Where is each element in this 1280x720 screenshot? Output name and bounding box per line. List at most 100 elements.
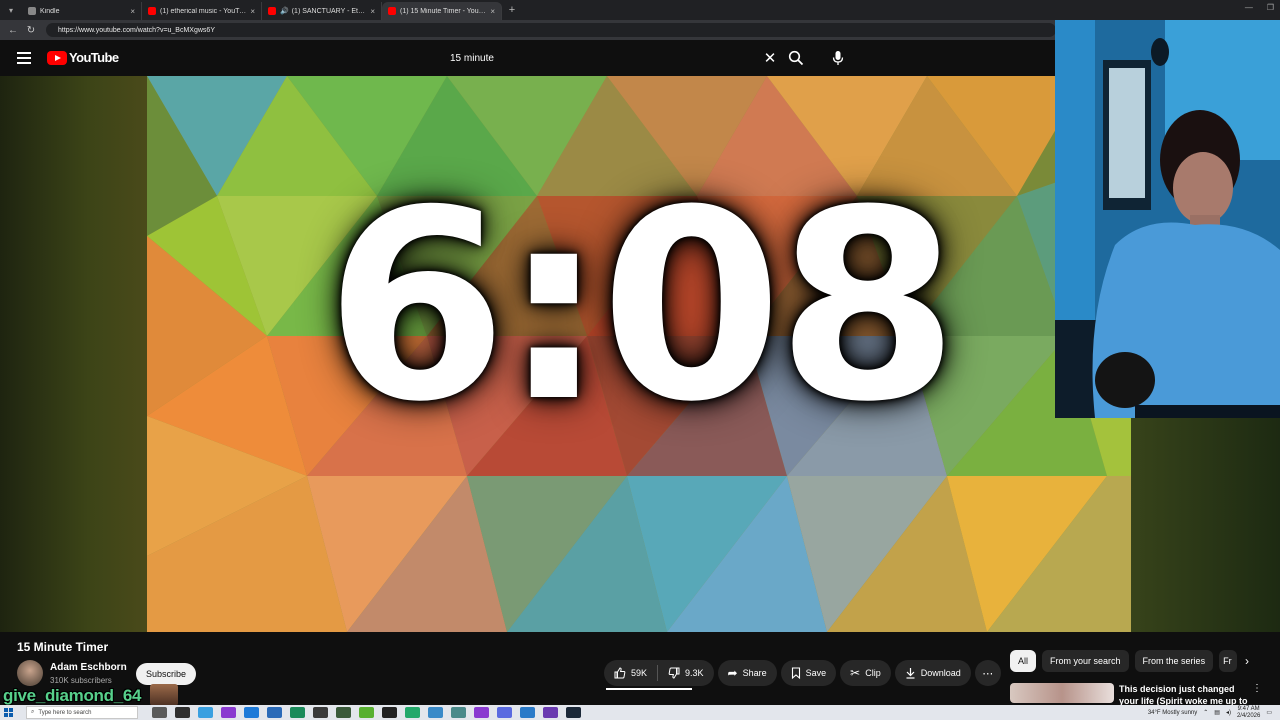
app-icon[interactable] (336, 707, 351, 718)
app-icon[interactable] (267, 707, 282, 718)
ambient-glow-left (0, 76, 147, 632)
tab-sanctuary[interactable]: 🔊 (1) SANCTUARY - Ethereal Ar × (262, 2, 382, 20)
app-icon[interactable] (313, 707, 328, 718)
browser-tab-strip: ▾ Kindle × (1) etherical music - YouTube… (0, 0, 1280, 20)
steam-icon[interactable] (566, 707, 581, 718)
app-icon[interactable] (428, 707, 443, 718)
video-frame[interactable]: 6:08 (147, 76, 1131, 632)
clock-date: 2/4/2026 (1236, 712, 1261, 719)
youtube-play-icon (47, 50, 67, 65)
download-label: Download (920, 668, 961, 678)
tab-search-icon[interactable]: ▾ (0, 0, 22, 20)
app-icon[interactable] (290, 707, 305, 718)
system-tray: 34°F Mostly sunny ⌃ ▤ ◂) 9:47 AM 2/4/202… (1148, 705, 1272, 720)
tab-close-icon[interactable]: × (490, 7, 495, 16)
dislike-button[interactable]: 9.3K (658, 660, 714, 686)
app-icon[interactable] (244, 707, 259, 718)
app-icon[interactable] (474, 707, 489, 718)
channel-avatar[interactable] (17, 660, 43, 686)
volume-icon[interactable]: ◂) (1226, 709, 1231, 716)
video-title: 15 Minute Timer (17, 640, 109, 654)
dislike-count: 9.3K (685, 668, 704, 678)
save-button[interactable]: Save (780, 660, 837, 686)
address-bar[interactable]: https://www.youtube.com/watch?v=u_BcMXgw… (46, 23, 1056, 37)
thumbs-up-icon (614, 667, 626, 679)
weather-widget[interactable]: 34°F Mostly sunny (1148, 710, 1197, 716)
youtube-favicon-icon (388, 7, 396, 15)
app-icon[interactable] (198, 707, 213, 718)
clear-search-icon[interactable]: ✕ (760, 49, 780, 67)
taskbar-search-box[interactable]: ⌕ Type here to search (26, 706, 138, 719)
tab-15-minute-timer[interactable]: (1) 15 Minute Timer - YouTube × (382, 2, 502, 20)
windows-logo-icon (3, 708, 13, 717)
tab-close-icon[interactable]: × (130, 7, 135, 16)
channel-name[interactable]: Adam Eschborn (50, 662, 127, 673)
app-icon[interactable] (221, 707, 236, 718)
tab-title: Kindle (40, 7, 60, 15)
subscriber-count: 310K subscribers (50, 676, 112, 685)
like-ratio-bar (606, 688, 692, 690)
windows-taskbar: ⌕ Type here to search 34°F Mostly sunny … (0, 705, 1280, 720)
related-filter-chips: All From your search From the series Fr (1010, 650, 1238, 672)
download-button[interactable]: Download (894, 660, 971, 686)
app-icon[interactable] (405, 707, 420, 718)
app-icon[interactable] (175, 707, 190, 718)
tab-kindle[interactable]: Kindle × (22, 2, 142, 20)
clock[interactable]: 9:47 AM 2/4/2026 (1237, 706, 1260, 720)
kindle-favicon-icon (28, 7, 36, 15)
subscribe-button[interactable]: Subscribe (136, 663, 197, 685)
tab-close-icon[interactable]: × (370, 7, 375, 16)
save-label: Save (805, 668, 827, 678)
speaker-icon[interactable]: 🔊 (280, 7, 289, 15)
chip-from-the-series[interactable]: From the series (1134, 650, 1214, 672)
new-tab-button[interactable]: + (502, 4, 522, 16)
taskbar-pinned-apps (152, 707, 581, 718)
webcam-feed-image (1055, 20, 1280, 418)
more-options-icon[interactable]: ⋮ (1252, 683, 1262, 694)
more-actions-button[interactable]: ⋯ (974, 660, 1001, 686)
chevron-right-icon[interactable]: › (1238, 652, 1256, 670)
chip-truncated[interactable]: Fr (1219, 650, 1238, 672)
search-input[interactable]: 15 minute (450, 53, 760, 64)
task-view-icon[interactable] (152, 707, 167, 718)
app-icon[interactable] (520, 707, 535, 718)
network-icon[interactable]: ▤ (1214, 709, 1220, 716)
recommended-video-title[interactable]: This decision just changed your life (Sp… (1119, 683, 1249, 705)
tray-chevron-icon[interactable]: ⌃ (1203, 709, 1208, 716)
youtube-logo-text: YouTube (69, 50, 119, 65)
like-count: 59K (631, 668, 648, 678)
search-icon: ⌕ (31, 709, 35, 715)
search-box[interactable]: 15 minute ✕ (440, 46, 780, 70)
countdown-timer-display: 6:08 (325, 154, 959, 459)
tab-close-icon[interactable]: × (250, 7, 255, 16)
youtube-logo[interactable]: YouTube (47, 50, 119, 65)
app-icon[interactable] (359, 707, 374, 718)
notifications-icon[interactable]: ▭ (1266, 709, 1272, 716)
app-icon[interactable] (543, 707, 558, 718)
hamburger-menu-icon[interactable] (17, 52, 31, 64)
share-button[interactable]: ➦ Share (717, 660, 777, 686)
like-button[interactable]: 59K (604, 660, 657, 686)
recommended-video-thumbnail[interactable] (1010, 683, 1114, 703)
microphone-icon (832, 51, 844, 65)
download-icon (906, 668, 915, 679)
tab-etherical-music[interactable]: (1) etherical music - YouTube × (142, 2, 262, 20)
chip-from-your-search[interactable]: From your search (1042, 650, 1129, 672)
app-icon[interactable] (451, 707, 466, 718)
clip-button[interactable]: ✂ Clip (840, 660, 891, 686)
voice-search-button[interactable] (826, 48, 850, 68)
minimize-icon[interactable]: — (1245, 3, 1253, 12)
search-button[interactable] (784, 48, 808, 68)
windows-start-icon[interactable] (0, 705, 16, 720)
maximize-icon[interactable]: ❐ (1267, 3, 1274, 12)
tab-title: (1) SANCTUARY - Ethereal Ar (291, 7, 367, 15)
app-icon[interactable] (382, 707, 397, 718)
back-arrow-icon[interactable]: ← (4, 25, 22, 36)
reload-icon[interactable]: ↻ (22, 25, 40, 36)
bookmark-icon (791, 667, 800, 679)
screen: ▾ Kindle × (1) etherical music - YouTube… (0, 0, 1280, 720)
chip-all[interactable]: All (1010, 650, 1037, 672)
app-icon[interactable] (497, 707, 512, 718)
youtube-favicon-icon (148, 7, 156, 15)
window-controls: — ❐ (1245, 3, 1274, 12)
